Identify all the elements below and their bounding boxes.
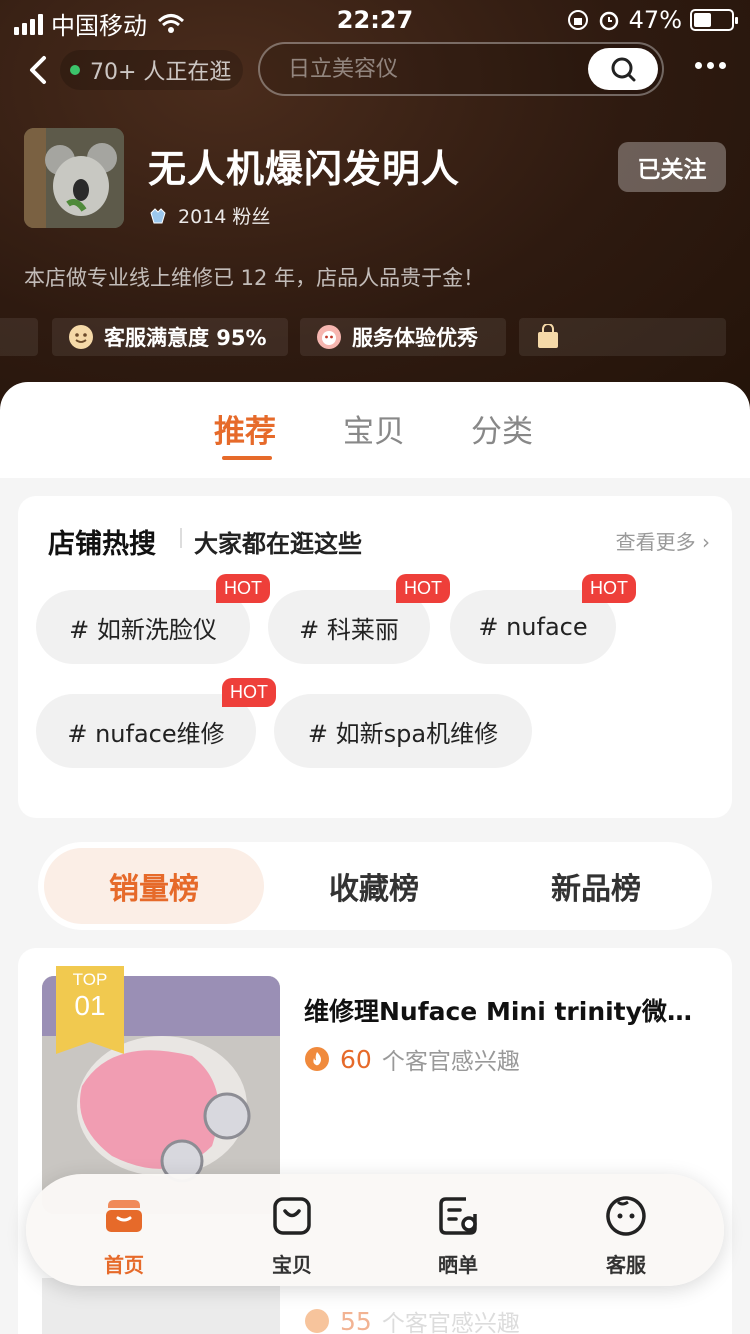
product-title[interactable]: 维修理Nuface Mini trinity微电流美容仪 <box>304 992 704 1028</box>
tab-recommend[interactable]: 推荐 <box>214 406 276 451</box>
service-face-icon <box>317 325 341 349</box>
rotation-lock-icon <box>567 10 588 30</box>
review-note-icon <box>439 1197 477 1235</box>
badge-partial[interactable] <box>0 318 38 356</box>
hot-search-card: 店铺热搜 大家都在逛这些 查看更多 › # 如新洗脸仪 HOT # 科莱丽 HO… <box>18 496 732 818</box>
ranking-tab-sales[interactable]: 销量榜 <box>44 848 264 924</box>
badge-satisfaction[interactable]: 客服满意度 95% <box>52 318 288 356</box>
visitor-count: 70+ 人正在逛 <box>90 60 232 85</box>
smiley-icon <box>69 325 93 349</box>
hot-chip[interactable]: # nuface维修 HOT <box>36 678 276 768</box>
product-interest: 60 个客官感兴趣 <box>304 1042 520 1076</box>
see-more-link[interactable]: 查看更多 › <box>616 526 710 555</box>
crown-level-icon <box>150 207 166 223</box>
tabbar-show[interactable]: 晒单 <box>408 1194 508 1278</box>
tab-category[interactable]: 分类 <box>471 406 533 451</box>
search-icon <box>611 57 636 82</box>
badge-service[interactable]: 服务体验优秀 <box>300 318 506 356</box>
content-tabs: 推荐 宝贝 分类 <box>0 382 750 478</box>
ranking-tab-new[interactable]: 新品榜 <box>486 848 706 924</box>
badge-blurred[interactable] <box>519 318 726 356</box>
shopping-bag-icon <box>538 324 558 348</box>
search-box[interactable] <box>258 42 664 96</box>
alarm-icon <box>599 11 618 31</box>
hot-tag: HOT <box>582 574 636 603</box>
ranking-tab-favorites[interactable]: 收藏榜 <box>264 848 484 924</box>
flame-icon <box>305 1309 329 1333</box>
koala-avatar-image <box>24 128 124 228</box>
top-nav: 70+ 人正在逛 <box>0 42 750 98</box>
product-interest: 55 个客官感兴趣 <box>304 1304 520 1334</box>
hot-chip[interactable]: # 如新spa机维修 <box>274 694 532 768</box>
bag-icon <box>273 1197 311 1235</box>
search-input[interactable] <box>288 54 568 84</box>
chevron-right-icon: › <box>702 530 710 554</box>
hot-tag: HOT <box>396 574 450 603</box>
visitor-count-pill: 70+ 人正在逛 <box>60 50 244 90</box>
shop-badges: 客服满意度 95% 服务体验优秀 <box>0 318 750 356</box>
hot-chip[interactable]: # nuface HOT <box>450 574 636 664</box>
follow-button[interactable]: 已关注 <box>618 142 726 192</box>
live-dot-icon <box>70 65 80 75</box>
hot-chip[interactable]: # 如新洗脸仪 HOT <box>36 574 270 664</box>
shop-home-icon <box>106 1200 142 1232</box>
tab-items[interactable]: 宝贝 <box>343 406 405 451</box>
shop-info: 无人机爆闪发明人 2014 粉丝 已关注 <box>24 128 726 238</box>
bottom-tab-bar: 首页 宝贝 晒单 客服 <box>26 1174 724 1286</box>
tabbar-home[interactable]: 首页 <box>74 1194 174 1278</box>
search-button[interactable] <box>588 48 658 90</box>
tabbar-service[interactable]: 客服 <box>576 1194 676 1278</box>
shop-avatar[interactable] <box>24 128 124 228</box>
hot-chip[interactable]: # 科莱丽 HOT <box>268 574 450 664</box>
active-tab-indicator <box>222 456 272 460</box>
fan-count: 2014 粉丝 <box>178 206 271 228</box>
hot-tag: HOT <box>216 574 270 603</box>
hot-search-subtitle: 大家都在逛这些 <box>194 530 362 558</box>
flame-icon <box>305 1047 329 1071</box>
ranking-switcher: 销量榜 收藏榜 新品榜 <box>38 842 712 930</box>
product-image[interactable] <box>42 1278 280 1334</box>
hot-search-title: 店铺热搜 <box>48 529 156 560</box>
battery-percent: 47% <box>628 6 682 34</box>
battery-icon <box>690 9 738 31</box>
hot-tag: HOT <box>222 678 276 707</box>
rank-badge: TOP 01 <box>56 966 124 1054</box>
back-arrow-icon[interactable] <box>24 52 54 88</box>
tabbar-items[interactable]: 宝贝 <box>242 1194 342 1278</box>
status-bar: 中国移动 22:27 47% <box>0 0 750 40</box>
shop-name: 无人机爆闪发明人 <box>148 147 461 191</box>
shop-slogan: 本店做专业线上维修已 12 年，店品人品贵于金！ <box>24 266 485 290</box>
customer-service-icon <box>606 1196 646 1236</box>
more-options-icon[interactable] <box>695 62 726 69</box>
